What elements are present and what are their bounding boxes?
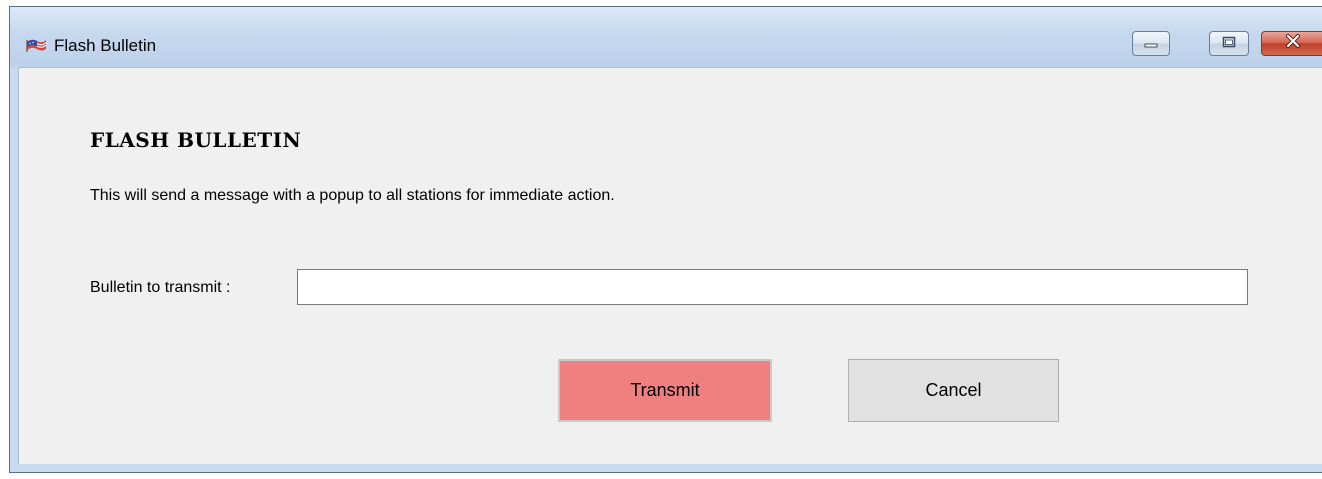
- dialog-body: FLASH BULLETIN This will send a message …: [18, 67, 1322, 464]
- close-icon: [1285, 34, 1301, 53]
- dialog-description: This will send a message with a popup to…: [90, 187, 615, 204]
- flash-bulletin-window: Flash Bulletin FLASH BULLETIN This will …: [9, 6, 1322, 473]
- maximize-button[interactable]: [1209, 31, 1249, 56]
- bulletin-label: Bulletin to transmit :: [90, 279, 231, 296]
- minimize-icon: [1144, 35, 1158, 53]
- title-bar[interactable]: Flash Bulletin: [10, 7, 1322, 67]
- cancel-button[interactable]: Cancel: [848, 359, 1059, 422]
- window-title: Flash Bulletin: [54, 36, 157, 55]
- minimize-button[interactable]: [1132, 31, 1170, 56]
- dialog-heading: FLASH BULLETIN: [90, 128, 302, 152]
- transmit-button[interactable]: Transmit: [558, 359, 772, 422]
- maximize-icon: [1222, 35, 1236, 53]
- close-button[interactable]: [1261, 31, 1322, 56]
- flag-icon: [26, 38, 47, 52]
- bulletin-input[interactable]: [297, 269, 1248, 305]
